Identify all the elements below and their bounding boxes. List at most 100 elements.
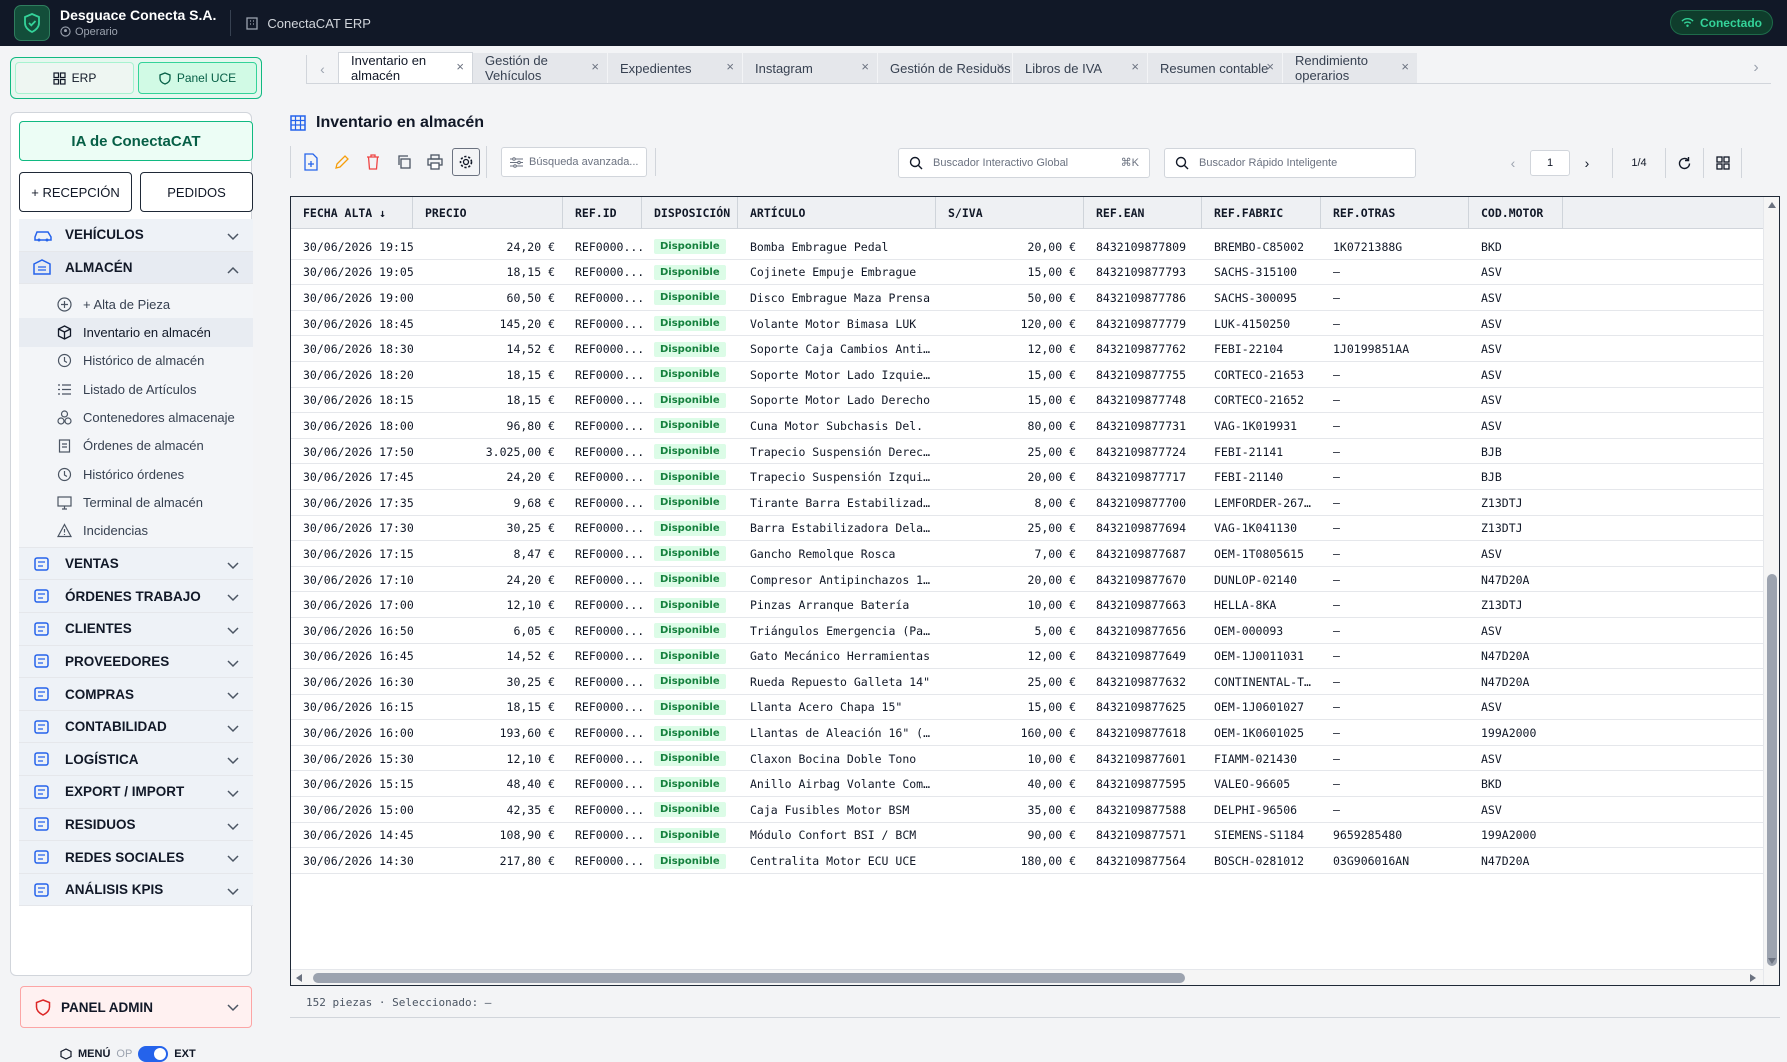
nav--rdenes-trabajo[interactable]: ÓRDENES TRABAJO	[19, 580, 253, 614]
column-header-precio[interactable]: PRECIO	[413, 197, 563, 229]
copy-button[interactable]	[390, 148, 418, 176]
vertical-scrollbar[interactable]	[1763, 197, 1779, 985]
vertical-scroll-thumb[interactable]	[1767, 574, 1777, 966]
menu-toggle-switch[interactable]	[138, 1046, 169, 1062]
new-document-button[interactable]	[297, 148, 325, 176]
nav-vehiculos[interactable]: VEHÍCULOS	[19, 219, 253, 252]
nav-log-stica[interactable]: LOGÍSTICA	[19, 743, 253, 777]
sub-historico-ordenes[interactable]: Histórico órdenes	[19, 460, 253, 488]
table-row[interactable]: 30/06/2026 15:15 48,40 € REF0000... Disponi…	[291, 771, 1763, 798]
nav-residuos[interactable]: RESIDUOS	[19, 808, 253, 842]
table-row[interactable]: 30/06/2026 16:50 6,05 € REF0000... Disponib…	[291, 618, 1763, 644]
close-icon[interactable]: ×	[726, 59, 734, 74]
settings-button[interactable]	[452, 148, 480, 176]
sub-terminal-almacen[interactable]: Terminal de almacén	[19, 488, 253, 516]
table-row[interactable]: 30/06/2026 14:30 217,80 € REF0000... Dispon…	[291, 848, 1763, 874]
page-number-input[interactable]: 1	[1530, 150, 1570, 176]
nav-export-import[interactable]: EXPORT / IMPORT	[19, 776, 253, 809]
mode-uce-button[interactable]: Panel UCE	[138, 62, 257, 94]
tab-3[interactable]: Instagram ×	[743, 53, 878, 83]
tab-4[interactable]: Gestión de Residuos ×	[878, 53, 1013, 83]
close-icon[interactable]: ×	[861, 59, 869, 74]
tab-0[interactable]: Inventario en almacén ×	[338, 52, 473, 83]
table-row[interactable]: 30/06/2026 18:15 18,15 € REF0000... Disponi…	[291, 388, 1763, 414]
refresh-button[interactable]	[1666, 148, 1704, 178]
scroll-left-icon[interactable]	[295, 973, 303, 983]
global-search-input[interactable]: Buscador Interactivo Global ⌘K	[898, 148, 1150, 178]
scroll-up-icon[interactable]	[1767, 201, 1777, 209]
tab-1[interactable]: Gestión de Vehículos ×	[473, 53, 608, 83]
table-row[interactable]: 30/06/2026 18:30 14,52 € REF0000... Disponi…	[291, 336, 1763, 362]
table-row[interactable]: 30/06/2026 16:15 18,15 € REF0000... Disponi…	[291, 695, 1763, 721]
next-page-button[interactable]: ›	[1570, 148, 1604, 178]
sub-inventario[interactable]: Inventario en almacén	[19, 318, 253, 347]
column-header-disp[interactable]: DISPOSICIÓN	[642, 197, 738, 229]
ia-conectacat-button[interactable]: IA de ConectaCAT	[19, 121, 253, 161]
column-header-articulo[interactable]: ARTÍCULO	[738, 197, 936, 229]
pedidos-button[interactable]: PEDIDOS	[140, 172, 253, 212]
column-header-fabric[interactable]: REF.FABRIC	[1202, 197, 1321, 229]
table-row[interactable]: 30/06/2026 17:30 30,25 € REF0000... Disponi…	[291, 516, 1763, 542]
sub-ordenes-almacen[interactable]: Órdenes de almacén	[19, 432, 253, 460]
close-icon[interactable]: ×	[456, 59, 464, 74]
sub-historico-almacen[interactable]: Histórico de almacén	[19, 347, 253, 375]
close-icon[interactable]: ×	[1266, 59, 1274, 74]
table-row[interactable]: 30/06/2026 16:00 193,60 € REF0000... Dispon…	[291, 720, 1763, 746]
table-row[interactable]: 30/06/2026 17:15 8,47 € REF0000... Disponib…	[291, 541, 1763, 567]
close-icon[interactable]: ×	[591, 59, 599, 74]
tab-scroll-right-button[interactable]: ›	[1741, 54, 1771, 82]
close-icon[interactable]: ×	[996, 59, 1004, 74]
table-row[interactable]: 30/06/2026 17:10 24,20 € REF0000... Disponi…	[291, 567, 1763, 593]
sub-incidencias[interactable]: Incidencias	[19, 517, 253, 545]
table-row[interactable]: 30/06/2026 16:45 14,52 € REF0000... Disponi…	[291, 644, 1763, 670]
column-header-motor[interactable]: COD.MOTOR	[1469, 197, 1563, 229]
mode-erp-button[interactable]: ERP	[15, 62, 134, 94]
scroll-right-icon[interactable]	[1749, 973, 1757, 983]
nav-redes-sociales[interactable]: REDES SOCIALES	[19, 841, 253, 874]
nav-ventas[interactable]: VENTAS	[19, 547, 253, 581]
column-header-refid[interactable]: REF.ID	[563, 197, 642, 229]
table-row[interactable]: 30/06/2026 19:00 60,50 € REF0000... Disponi…	[291, 285, 1763, 311]
column-header-siva[interactable]: S/IVA	[936, 197, 1084, 229]
horizontal-scrollbar[interactable]	[291, 969, 1763, 985]
close-icon[interactable]: ×	[1131, 59, 1139, 74]
edit-button[interactable]	[328, 148, 356, 176]
table-row[interactable]: 30/06/2026 18:00 96,80 € REF0000... Disponi…	[291, 413, 1763, 439]
prev-page-button[interactable]: ‹	[1496, 148, 1530, 178]
tab-2[interactable]: Expedientes ×	[608, 53, 743, 83]
scroll-down-icon[interactable]	[1767, 957, 1777, 965]
panel-admin-button[interactable]: PANEL ADMIN	[20, 986, 252, 1028]
tab-scroll-left-button[interactable]: ‹	[306, 55, 338, 83]
table-row[interactable]: 30/06/2026 18:20 18,15 € REF0000... Disponi…	[291, 362, 1763, 388]
sub-contenedores[interactable]: Contenedores almacenaje	[19, 403, 253, 431]
nav-clientes[interactable]: CLIENTES	[19, 613, 253, 646]
advanced-search-button[interactable]: Búsqueda avanzada...	[501, 147, 647, 177]
nav-compras[interactable]: COMPRAS	[19, 678, 253, 711]
column-header-ean[interactable]: REF.EAN	[1084, 197, 1202, 229]
table-row[interactable]: 30/06/2026 14:45 108,90 € REF0000... Dispon…	[291, 823, 1763, 849]
table-row[interactable]: 30/06/2026 17:50 3.025,00 € REF0000... Disp…	[291, 439, 1763, 465]
table-row[interactable]: 30/06/2026 16:30 30,25 € REF0000... Disponi…	[291, 669, 1763, 695]
table-row[interactable]: 30/06/2026 17:35 9,68 € REF0000... Disponib…	[291, 490, 1763, 516]
table-row[interactable]: 30/06/2026 17:45 24,20 € REF0000... Disponi…	[291, 464, 1763, 490]
close-icon[interactable]: ×	[1401, 59, 1409, 74]
grid-view-button[interactable]	[1704, 148, 1742, 178]
nav-proveedores[interactable]: PROVEEDORES	[19, 645, 253, 679]
table-row[interactable]: 30/06/2026 19:05 18,15 € REF0000... Disponi…	[291, 260, 1763, 286]
sub-listado-articulos[interactable]: Listado de Artículos	[19, 375, 253, 403]
table-row[interactable]: 30/06/2026 19:15 24,20 € REF0000... Disponi…	[291, 234, 1763, 260]
tab-5[interactable]: Libros de IVA ×	[1013, 53, 1148, 83]
nav-almacen[interactable]: ALMACÉN	[19, 251, 253, 285]
tab-6[interactable]: Resumen contable ×	[1148, 53, 1283, 83]
horizontal-scroll-thumb[interactable]	[313, 973, 1185, 983]
sub-alta-pieza[interactable]: + Alta de Pieza	[19, 290, 253, 318]
nav-contabilidad[interactable]: CONTABILIDAD	[19, 710, 253, 744]
table-row[interactable]: 30/06/2026 18:45 145,20 € REF0000... Dispon…	[291, 311, 1763, 337]
delete-button[interactable]	[359, 148, 387, 176]
print-button[interactable]	[421, 148, 449, 176]
nav-an-lisis-kpis[interactable]: ANÁLISIS KPIS	[19, 873, 253, 907]
column-header-fecha[interactable]: FECHA ALTA ↓	[291, 197, 413, 229]
recepcion-button[interactable]: + RECEPCIÓN	[19, 172, 132, 212]
table-row[interactable]: 30/06/2026 17:00 12,10 € REF0000... Disponi…	[291, 592, 1763, 618]
table-row[interactable]: 30/06/2026 15:00 42,35 € REF0000... Disponi…	[291, 797, 1763, 823]
